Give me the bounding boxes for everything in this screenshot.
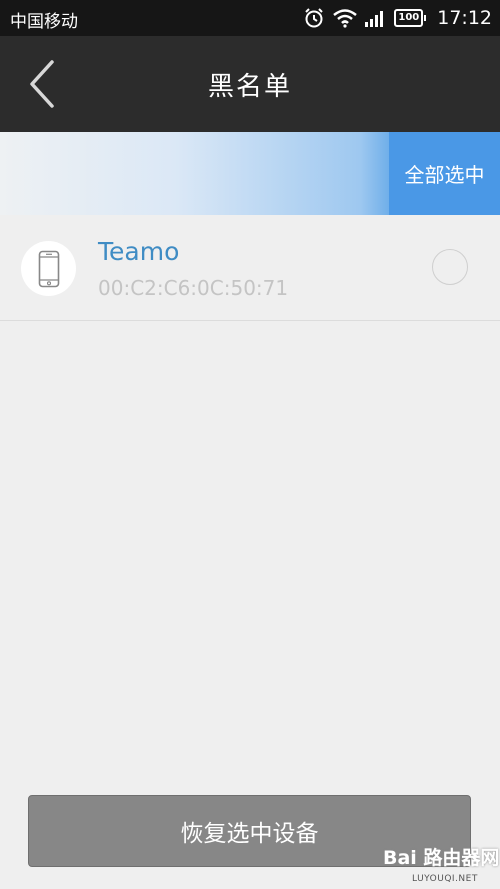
select-all-button[interactable]: 全部选中: [389, 132, 500, 215]
device-row[interactable]: Teamo 00:C2:C6:0C:50:71: [0, 215, 500, 321]
device-mac: 00:C2:C6:0C:50:71: [98, 276, 289, 300]
battery-icon: 100: [394, 9, 427, 27]
phone-icon: [38, 250, 59, 287]
title-bar: 黑名单: [0, 36, 500, 132]
battery-level: 100: [394, 9, 424, 27]
watermark-url: LUYOUQI.NET: [412, 874, 478, 884]
alarm-clock-icon: [303, 7, 325, 29]
status-icons: 100 17:12: [303, 5, 492, 31]
status-bar: 中国移动 100 17:12: [0, 0, 500, 36]
device-select-radio[interactable]: [432, 249, 468, 285]
select-bar: 全部选中: [0, 132, 500, 215]
wifi-icon: [332, 8, 358, 28]
clock: 17:12: [437, 7, 492, 29]
page-title: 黑名单: [207, 72, 292, 102]
avatar: [21, 241, 76, 296]
carrier-label: 中国移动: [10, 12, 78, 32]
device-name: Teamo: [98, 237, 180, 266]
signal-icon: [365, 9, 387, 27]
watermark: Bai 路由器网: [383, 847, 500, 869]
